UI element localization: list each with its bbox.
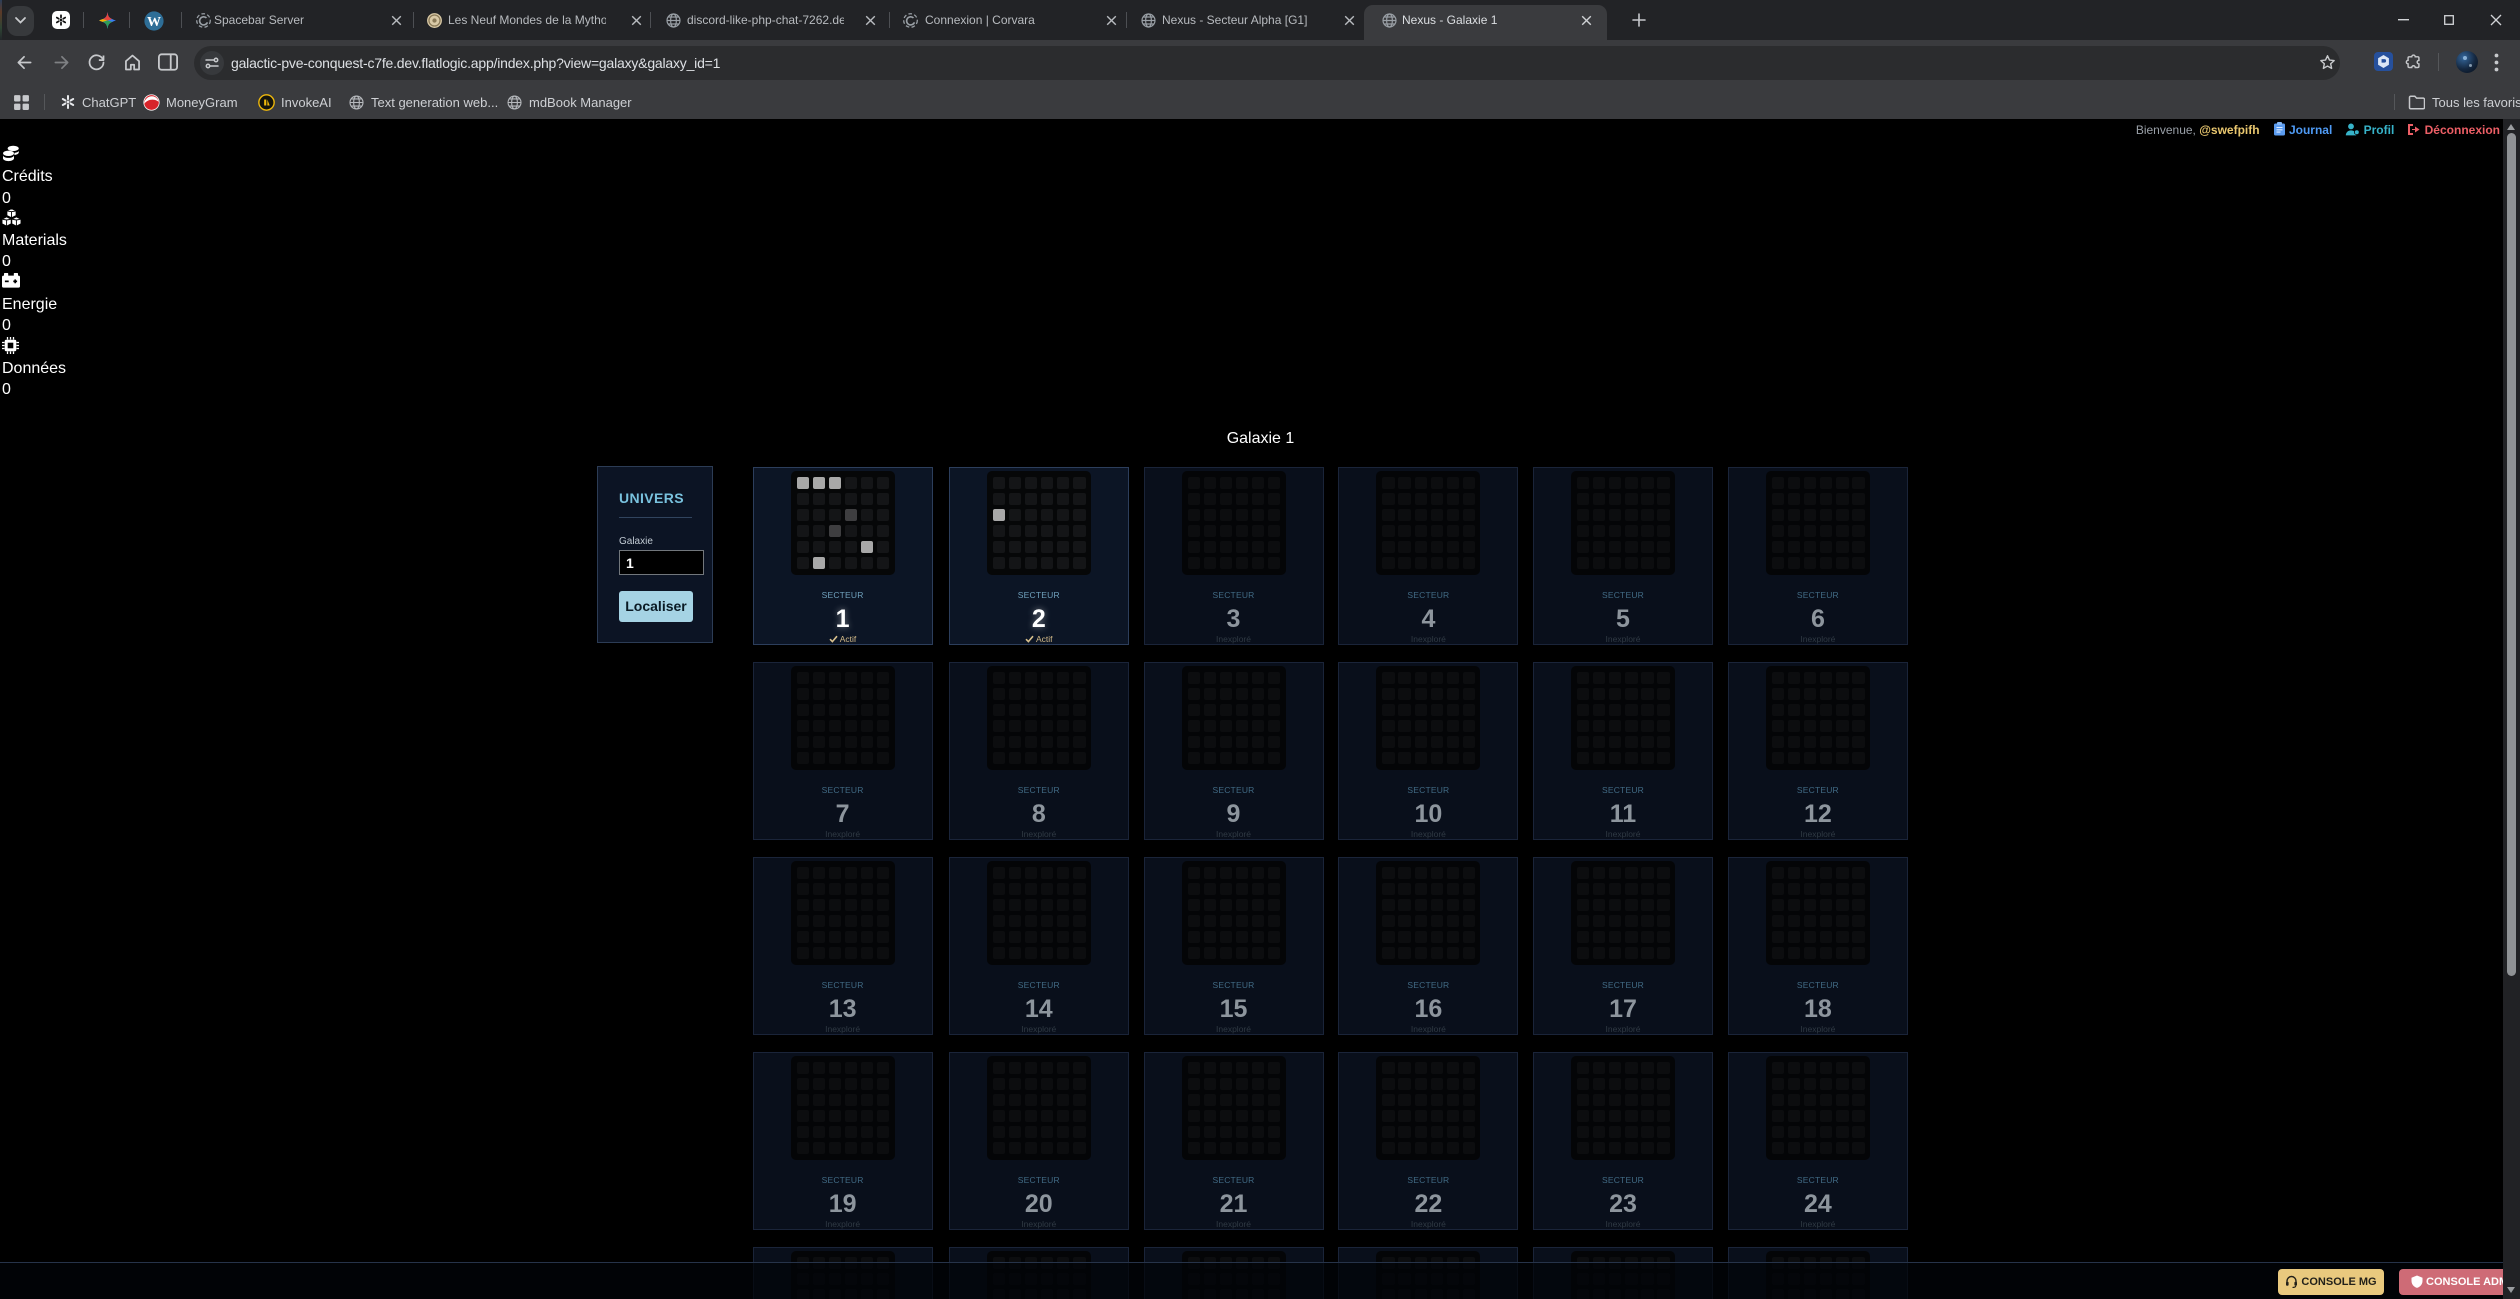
svg-text:W: W bbox=[147, 15, 161, 30]
